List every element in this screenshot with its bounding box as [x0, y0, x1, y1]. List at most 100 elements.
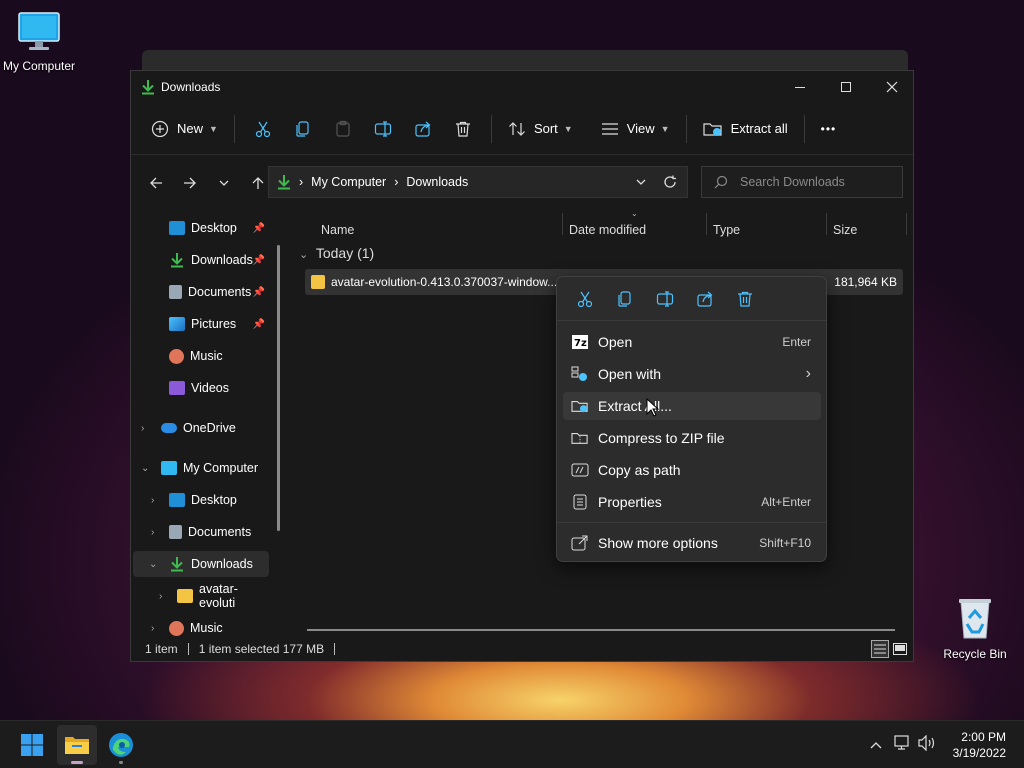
- delete-button[interactable]: [443, 112, 483, 146]
- cut-button[interactable]: [243, 112, 283, 146]
- sidebar-item-pictures[interactable]: Pictures 📌: [133, 311, 269, 337]
- recent-locations-button[interactable]: [207, 168, 241, 198]
- extract-folder-icon: [571, 401, 588, 413]
- sidebar-item-desktop[interactable]: Desktop 📌: [133, 215, 269, 241]
- pin-icon[interactable]: 📌: [253, 287, 265, 298]
- menu-item-properties[interactable]: Properties Alt+Enter: [563, 488, 821, 516]
- chevron-right-icon[interactable]: ›: [151, 495, 154, 506]
- breadcrumb-my-computer[interactable]: My Computer: [311, 175, 386, 189]
- window-title: Downloads: [161, 80, 221, 94]
- rename-button[interactable]: [363, 112, 403, 146]
- group-header-today[interactable]: ⌄ Today (1): [299, 245, 374, 261]
- minimize-button[interactable]: [777, 71, 823, 103]
- sort-button[interactable]: Sort ▼: [500, 112, 581, 146]
- chevron-right-icon[interactable]: ›: [141, 423, 144, 434]
- volume-control[interactable]: [918, 734, 938, 755]
- column-divider[interactable]: [562, 213, 563, 235]
- column-header-name[interactable]: Name: [321, 223, 354, 237]
- back-button[interactable]: [139, 168, 173, 198]
- system-clock[interactable]: 2:00 PM 3/19/2022: [953, 729, 1006, 761]
- pin-icon[interactable]: 📌: [253, 319, 265, 330]
- sidebar-item-my-computer[interactable]: ⌄ My Computer: [133, 455, 269, 481]
- desktop-icon-label: Recycle Bin: [943, 647, 1007, 661]
- context-copy-button[interactable]: [605, 283, 645, 315]
- sidebar-item-tree-music[interactable]: › Music: [133, 615, 269, 639]
- sidebar-item-tree-downloads[interactable]: ⌄ Downloads: [133, 551, 269, 577]
- sidebar-item-tree-archive[interactable]: › avatar-evoluti: [133, 582, 269, 610]
- column-divider[interactable]: [906, 213, 907, 235]
- status-bar: 1 item 1 item selected 177 MB: [131, 637, 915, 661]
- pin-icon[interactable]: 📌: [253, 255, 265, 266]
- chevron-right-icon[interactable]: ›: [159, 591, 162, 602]
- extract-all-button[interactable]: Extract all: [695, 112, 796, 146]
- tiles-view-button[interactable]: [891, 640, 909, 658]
- download-icon: [171, 557, 183, 572]
- pictures-icon: [169, 317, 185, 331]
- sidebar-item-downloads[interactable]: Downloads 📌: [133, 247, 269, 273]
- chevron-right-icon[interactable]: ›: [151, 527, 154, 538]
- maximize-button[interactable]: [823, 71, 869, 103]
- sidebar-item-onedrive[interactable]: › OneDrive: [133, 415, 269, 441]
- desktop-icon-recycle-bin[interactable]: Recycle Bin: [933, 596, 1017, 661]
- file-size: 181,964 KB: [834, 275, 897, 289]
- view-button[interactable]: View ▼: [593, 112, 678, 146]
- arrow-up-icon: [252, 177, 264, 189]
- column-divider[interactable]: [826, 213, 827, 235]
- sidebar-item-documents[interactable]: Documents 📌: [133, 279, 269, 305]
- details-view-button[interactable]: [871, 640, 889, 658]
- show-hidden-icons-button[interactable]: [866, 735, 886, 755]
- refresh-icon[interactable]: [663, 175, 677, 189]
- paste-button[interactable]: [323, 112, 363, 146]
- close-button[interactable]: [869, 71, 915, 103]
- pin-icon[interactable]: 📌: [253, 223, 265, 234]
- network-status[interactable]: [894, 735, 914, 755]
- context-cut-button[interactable]: [565, 283, 605, 315]
- chevron-down-icon[interactable]: ⌄: [149, 559, 157, 570]
- menu-item-show-more-options[interactable]: Show more options Shift+F10: [563, 529, 821, 557]
- start-button[interactable]: [12, 725, 52, 765]
- menu-item-extract-all[interactable]: Extract All...: [563, 392, 821, 420]
- speaker-icon: [918, 734, 935, 752]
- share-button[interactable]: [403, 112, 443, 146]
- column-header-date-modified[interactable]: Date modified: [569, 223, 646, 237]
- chevron-down-icon[interactable]: ⌄: [141, 463, 149, 474]
- menu-item-open[interactable]: 7z Open Enter: [563, 328, 821, 356]
- menu-item-open-with[interactable]: Open with ›: [563, 360, 821, 388]
- menu-item-copy-as-path[interactable]: Copy as path: [563, 456, 821, 484]
- context-rename-button[interactable]: [645, 283, 685, 315]
- desktop-icon-my-computer[interactable]: My Computer: [0, 10, 81, 73]
- sidebar-scrollbar[interactable]: [277, 245, 280, 531]
- horizontal-scrollbar[interactable]: [307, 629, 895, 631]
- sidebar-item-tree-desktop[interactable]: › Desktop: [133, 487, 269, 513]
- context-delete-button[interactable]: [725, 283, 765, 315]
- more-options-button[interactable]: •••: [813, 112, 845, 146]
- address-bar[interactable]: › My Computer › Downloads: [268, 166, 688, 198]
- chevron-down-icon[interactable]: [635, 176, 647, 188]
- navigation-pane: Desktop 📌 Downloads 📌 Documents 📌 Pictur…: [131, 211, 281, 639]
- sort-indicator-icon: ⌄: [631, 209, 638, 218]
- copy-button[interactable]: [283, 112, 323, 146]
- sidebar-item-label: Desktop: [191, 221, 237, 235]
- chevron-down-icon: ▼: [563, 123, 573, 134]
- column-header-size[interactable]: Size: [833, 223, 857, 237]
- column-divider[interactable]: [706, 213, 707, 235]
- forward-button[interactable]: [173, 168, 207, 198]
- taskbar: 2:00 PM 3/19/2022: [0, 720, 1024, 768]
- menu-item-compress-zip[interactable]: Compress to ZIP file: [563, 424, 821, 452]
- taskbar-file-explorer[interactable]: [57, 725, 97, 765]
- taskbar-edge[interactable]: [101, 725, 141, 765]
- search-input[interactable]: Search Downloads: [701, 166, 903, 198]
- chevron-right-icon[interactable]: ›: [151, 623, 154, 634]
- chevron-down-icon: ⌄: [299, 249, 309, 261]
- menu-item-shortcut: Enter: [782, 335, 811, 349]
- context-menu-quick-actions: [557, 277, 826, 321]
- column-header-type[interactable]: Type: [713, 223, 740, 237]
- context-share-button[interactable]: [685, 283, 725, 315]
- sidebar-item-tree-documents[interactable]: › Documents: [133, 519, 269, 545]
- sidebar-item-music[interactable]: Music: [133, 343, 269, 369]
- computer-icon: [18, 12, 60, 50]
- new-button[interactable]: New ▼: [143, 112, 226, 146]
- breadcrumb-downloads[interactable]: Downloads: [406, 175, 468, 189]
- sidebar-item-videos[interactable]: Videos: [133, 375, 269, 401]
- details-view-icon: [874, 644, 886, 654]
